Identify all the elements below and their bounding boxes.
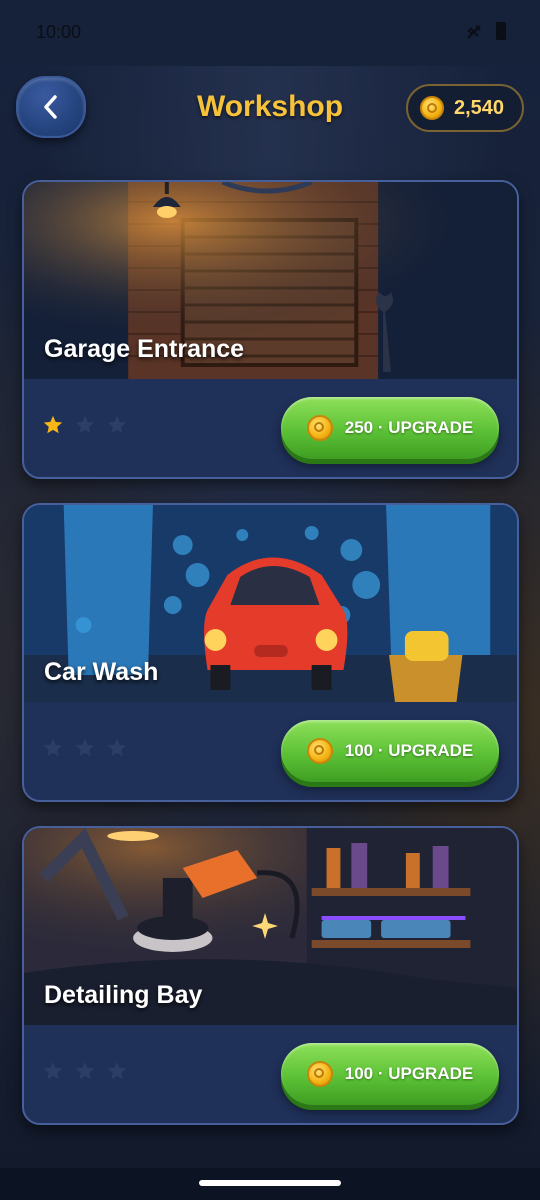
star-rating (42, 737, 128, 759)
coin-amount: 2,540 (454, 96, 505, 119)
status-time: 10:00 (36, 22, 82, 42)
upgrade-button-label: 250 · UPGRADE (344, 418, 474, 437)
star-rating (42, 414, 128, 436)
star-icon (43, 1061, 63, 1080)
status-bar: 10:00 (0, 0, 540, 66)
card-title: Car Wash (44, 658, 159, 686)
star-icon (107, 1061, 127, 1080)
coin-icon (306, 738, 333, 764)
star-icon (43, 415, 63, 434)
star-icon (107, 738, 127, 757)
upgrade-button[interactable]: 100 · UPGRADE (281, 1043, 499, 1105)
card-title: Garage Entrance (44, 335, 245, 363)
upgrade-button-label: 100 · UPGRADE (344, 1064, 474, 1083)
home-indicator[interactable] (199, 1180, 341, 1186)
upgrade-button[interactable]: 250 · UPGRADE (281, 397, 499, 459)
coin-icon (306, 1061, 333, 1087)
star-icon (75, 415, 95, 434)
status-icons (466, 22, 506, 40)
upgrade-card-car-wash: Car Wash 100 · UPGRADE (22, 503, 519, 802)
coin-balance: 2,540 (406, 84, 524, 132)
battery-icon (496, 22, 506, 40)
upgrade-button-label: 100 · UPGRADE (344, 741, 474, 760)
coin-icon (420, 96, 444, 120)
star-rating (42, 1060, 128, 1082)
star-icon (75, 738, 95, 757)
star-icon (75, 1061, 95, 1080)
coin-icon (306, 415, 333, 441)
upgrade-button[interactable]: 100 · UPGRADE (281, 720, 499, 782)
star-icon (43, 738, 63, 757)
card-title: Detailing Bay (44, 981, 203, 1009)
upgrade-card-garage-entrance: Garage Entrance 250 · UPGRADE (22, 180, 519, 479)
upgrade-card-detailing-bay: Detailing Bay 100 · UPGRADE (22, 826, 519, 1125)
network-icon (467, 25, 481, 39)
star-icon (107, 415, 127, 434)
